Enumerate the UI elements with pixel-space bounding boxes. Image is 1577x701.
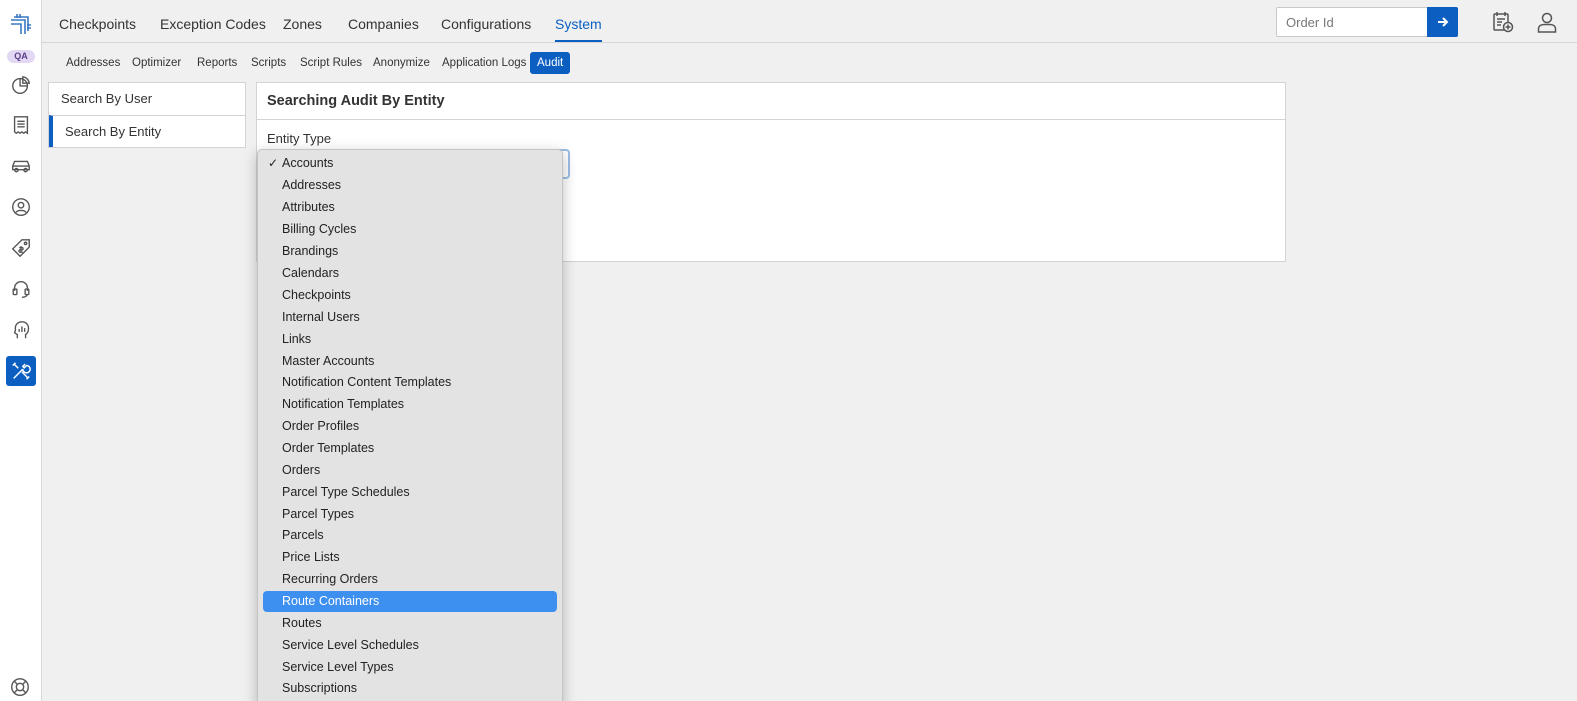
user-account-icon[interactable] [1535,10,1559,34]
option-recurring-orders[interactable]: Recurring Orders [263,569,557,590]
option-price-lists[interactable]: Price Lists [263,547,557,568]
option-subscriptions[interactable]: Subscriptions [263,678,557,699]
order-search-button[interactable] [1427,7,1458,37]
option-service-level-schedules[interactable]: Service Level Schedules [263,635,557,656]
subtab-optimizer[interactable]: Optimizer [128,52,185,74]
option-parcel-type-schedules[interactable]: Parcel Type Schedules [263,482,557,503]
subtab-application-logs[interactable]: Application Logs [438,52,530,74]
option-order-templates[interactable]: Order Templates [263,438,557,459]
option-routes[interactable]: Routes [263,613,557,634]
help-lifebuoy-icon[interactable] [9,676,31,698]
subtab-audit[interactable]: Audit [530,52,571,74]
checkmark-icon: ✓ [268,156,279,170]
option-parcel-types[interactable]: Parcel Types [263,504,557,525]
audit-search-menu: Search By User Search By Entity [48,82,246,148]
left-rail: QA [0,0,42,701]
option-notification-content-templates[interactable]: Notification Content Templates [263,372,557,393]
search-by-user-item[interactable]: Search By User [49,83,245,115]
tab-exception-codes[interactable]: Exception Codes [160,16,266,42]
user-circle-icon[interactable] [6,192,36,222]
subtab-script-rules[interactable]: Script Rules [296,52,366,74]
environment-badge: QA [7,50,35,63]
option-service-level-types[interactable]: Service Level Types [263,657,557,678]
entity-type-label: Entity Type [267,131,332,146]
option-notification-templates[interactable]: Notification Templates [263,394,557,415]
option-internal-users[interactable]: Internal Users [263,307,557,328]
search-by-entity-item[interactable]: Search By Entity [49,115,245,147]
subtab-anonymize[interactable]: Anonymize [369,52,434,74]
tab-zones[interactable]: Zones [283,16,322,42]
option-brandings[interactable]: Brandings [263,241,557,262]
option-billing-cycles[interactable]: Billing Cycles [263,219,557,240]
option-attributes[interactable]: Attributes [263,197,557,218]
option-order-profiles[interactable]: Order Profiles [263,416,557,437]
tab-checkpoints[interactable]: Checkpoints [59,16,136,42]
option-checkpoints[interactable]: Checkpoints [263,285,557,306]
option-addresses[interactable]: Addresses [263,175,557,196]
option-orders[interactable]: Orders [263,460,557,481]
option-calendars[interactable]: Calendars [263,263,557,284]
tab-companies[interactable]: Companies [348,16,419,42]
entity-type-dropdown: ✓ Accounts Addresses Attributes Billing C… [257,149,563,701]
option-parcels[interactable]: Parcels [263,525,557,546]
calendar-add-icon[interactable] [1491,10,1515,34]
subtab-reports[interactable]: Reports [193,52,241,74]
headset-icon[interactable] [6,274,36,304]
tab-configurations[interactable]: Configurations [441,16,531,42]
option-links[interactable]: Links [263,329,557,350]
price-tag-icon[interactable] [6,233,36,263]
option-accounts[interactable]: ✓ Accounts [263,153,557,174]
car-icon[interactable] [6,151,36,181]
dashboard-pie-icon[interactable] [6,70,36,100]
arrow-right-icon [1437,17,1448,27]
subtab-scripts[interactable]: Scripts [247,52,290,74]
subtab-addresses[interactable]: Addresses [62,52,124,74]
tools-icon[interactable] [6,356,36,386]
panel-title: Searching Audit By Entity [257,83,1285,120]
option-route-containers[interactable]: Route Containers [263,591,557,612]
analytics-head-icon[interactable] [6,315,36,345]
order-id-input[interactable] [1276,7,1428,37]
tab-system[interactable]: System [555,16,602,42]
option-master-accounts[interactable]: Master Accounts [263,351,557,372]
app-logo-icon[interactable] [8,12,34,38]
receipt-icon[interactable] [6,110,36,140]
